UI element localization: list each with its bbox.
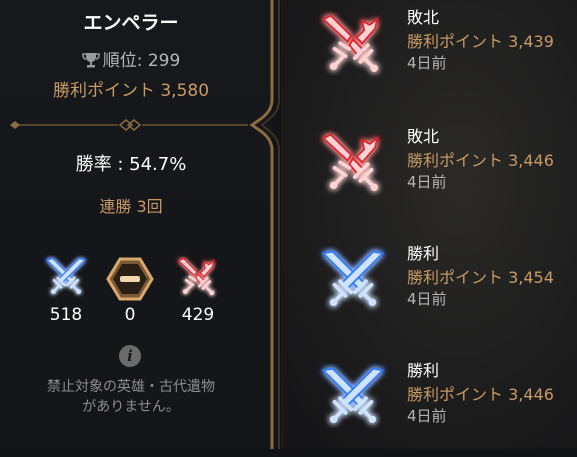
draws-count: 0 [124,305,136,325]
rank-row: 順位: 299 [0,46,262,71]
win-streak: 連勝 3回 [99,197,163,216]
match-victory-points: 勝利ポイント 3,446 [407,151,554,170]
rank-label: 順位: 299 [102,51,181,71]
draw-hexagon-icon [106,257,154,301]
ban-notice: 禁止対象の英雄・古代遺物 がありません。 [0,377,262,417]
match-time: 4日前 [407,54,447,72]
losses-stat: 429 [168,255,228,325]
match-result: 敗北 [407,8,440,27]
info-icon[interactable]: i [119,345,141,367]
trophy-icon [81,53,100,68]
ban-notice-line1: 禁止対象の英雄・古代遺物 [47,379,215,395]
match-victory-points: 勝利ポイント 3,454 [407,268,554,287]
match-history-item[interactable]: 勝利 勝利ポイント 3,446 4日前 [300,357,577,457]
win-swords-icon [321,249,385,308]
match-result: 勝利 [407,361,440,380]
match-time: 4日前 [407,407,447,425]
player-name: エンペラー [83,12,179,34]
win-rate: 勝率 : 54.7% [75,154,187,175]
draws-stat: 0 [100,255,160,325]
match-history-item[interactable]: 勝利 勝利ポイント 3,454 4日前 [300,240,577,340]
match-history-item[interactable]: 敗北 勝利ポイント 3,439 4日前 [300,4,577,104]
match-result: 敗北 [407,127,440,146]
match-victory-points: 勝利ポイント 3,439 [407,32,554,51]
wins-count: 518 [49,305,83,325]
win-swords-icon [45,257,87,296]
loss-swords-icon [177,257,216,297]
match-history-item[interactable]: 敗北 勝利ポイント 3,446 4日前 [300,123,577,223]
match-victory-points: 勝利ポイント 3,446 [407,385,554,404]
ban-notice-line2: がありません。 [82,399,180,415]
player-summary-panel: エンペラー 順位: 299 勝利ポイント 3,580 勝率 : 54.7% 連勝… [0,0,272,449]
losses-count: 429 [181,305,215,325]
match-time: 4日前 [407,290,447,308]
loss-swords-icon [321,13,380,74]
wins-stat: 518 [36,255,96,325]
match-time: 4日前 [407,173,447,191]
loss-swords-icon [321,132,380,193]
win-swords-icon [321,366,385,425]
victory-points: 勝利ポイント 3,580 [52,81,210,101]
match-result: 勝利 [407,244,440,263]
